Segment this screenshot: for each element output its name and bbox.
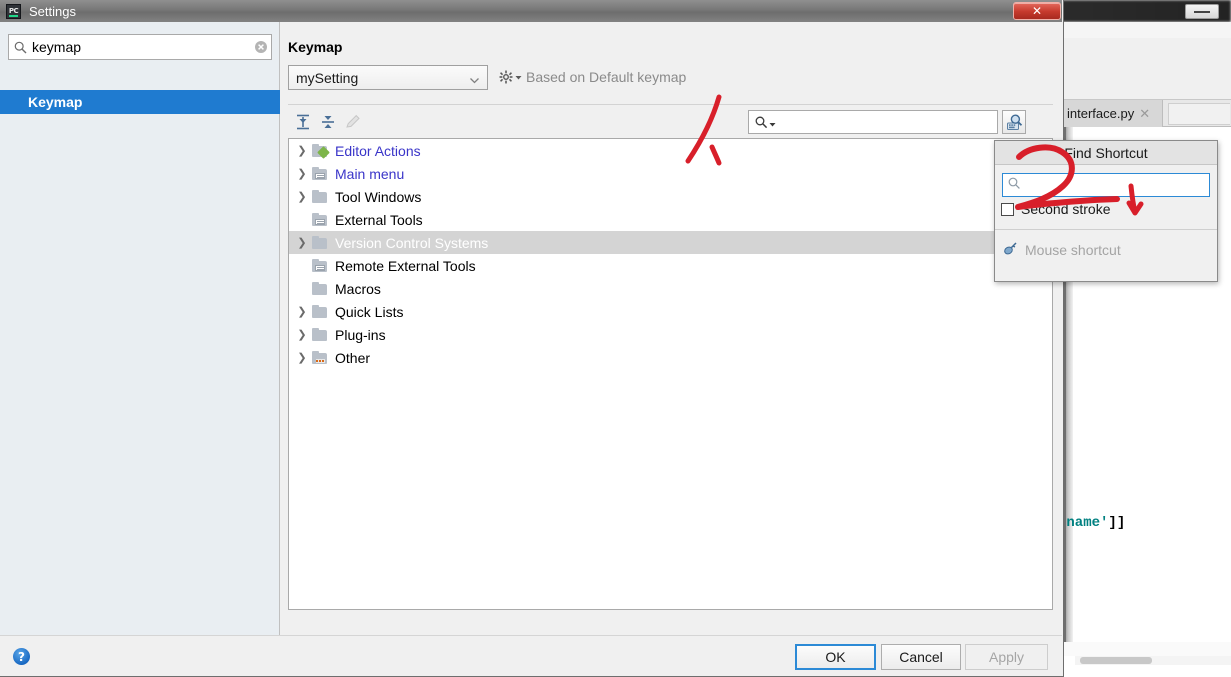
tree-row-label: Macros [335, 280, 381, 297]
settings-search-field[interactable] [8, 34, 272, 60]
dialog-bottom-bar: ? OK Cancel Apply [0, 635, 1062, 676]
chevron-right-icon[interactable]: ❯ [293, 236, 311, 249]
pycharm-icon: PC [6, 3, 21, 19]
editor-tabbar-filler [1168, 103, 1230, 125]
editor-bottom-strip [1063, 642, 1231, 656]
clear-icon[interactable] [251, 40, 271, 54]
page-title: Keymap [288, 39, 343, 55]
sidebar-item-keymap[interactable]: Keymap [0, 90, 280, 114]
chevron-right-icon[interactable]: ❯ [293, 305, 311, 318]
editor-tab-interface-py[interactable]: interface.py ✕ [1063, 100, 1163, 127]
dialog-titlebar[interactable]: PC Settings [0, 0, 1062, 22]
tree-row-label: Remote External Tools [335, 257, 476, 274]
background-toolbar-right [1063, 22, 1231, 38]
tree-row[interactable]: ❯ Quick Lists [289, 300, 1052, 323]
gear-dropdown-arrow-icon [515, 69, 522, 84]
editor-scrollbar-thumb[interactable] [1080, 657, 1152, 664]
chevron-right-icon[interactable]: ❯ [293, 167, 311, 180]
popup-divider [995, 229, 1217, 230]
folder-tools-icon [311, 258, 329, 273]
find-shortcut-popup: Find Shortcut Second stroke Mouse shortc… [994, 140, 1218, 282]
settings-dialog: PC Settings ✕ Keymap Keymap mySetting [0, 0, 1064, 677]
search-icon [1008, 177, 1021, 193]
tree-row[interactable]: Macros [289, 277, 1052, 300]
collapse-all-icon[interactable] [319, 113, 337, 131]
settings-left-pane: Keymap [0, 22, 280, 635]
chevron-right-icon[interactable]: ❯ [293, 190, 311, 203]
tree-row[interactable]: ❯ Tool Windows [289, 185, 1052, 208]
gear-icon[interactable] [499, 69, 522, 84]
chevron-right-icon[interactable]: ❯ [293, 351, 311, 364]
apply-button: Apply [965, 644, 1048, 670]
tree-row-label: Editor Actions [335, 142, 421, 159]
chevron-down-icon [469, 73, 480, 84]
ok-button[interactable]: OK [795, 644, 876, 670]
tree-row-label: Version Control Systems [335, 234, 489, 251]
search-input[interactable] [27, 38, 251, 56]
editor-code-line: 'name' ]] [1058, 512, 1231, 534]
tree-row[interactable]: ❯ Main menu [289, 162, 1052, 185]
folder-icon [311, 189, 329, 204]
pencil-edit-icon [344, 113, 362, 131]
expand-all-icon[interactable] [294, 113, 312, 131]
code-string: 'name' [1058, 515, 1109, 531]
search-dropdown-icon[interactable] [755, 116, 776, 129]
folder-icon [311, 235, 329, 250]
folder-pencil-icon [311, 143, 330, 159]
folder-tools-icon [311, 212, 329, 227]
keymap-search-input[interactable] [776, 113, 997, 131]
keymap-search-field[interactable] [748, 110, 998, 134]
close-icon[interactable]: ✕ [1139, 106, 1150, 122]
keymap-select-value: mySetting [296, 69, 359, 86]
tree-row[interactable]: ❯ Version Control Systems [289, 231, 1052, 254]
second-stroke-checkbox[interactable] [1001, 202, 1014, 216]
close-button[interactable]: ✕ [1013, 2, 1061, 20]
find-shortcut-search-field[interactable] [1002, 173, 1210, 197]
find-by-shortcut-icon[interactable] [1002, 110, 1026, 134]
folder-icon [311, 281, 329, 296]
code-brackets: ]] [1108, 515, 1126, 531]
folder-icon [311, 304, 329, 319]
dialog-title: Settings [29, 3, 76, 19]
tree-row[interactable]: ❯ Other [289, 346, 1052, 369]
tree-row-label: Quick Lists [335, 303, 404, 320]
find-shortcut-title: Find Shortcut [995, 141, 1217, 165]
folder-dots-icon [311, 350, 329, 365]
tree-row-label: Main menu [335, 165, 405, 182]
folder-menu-icon [311, 166, 329, 181]
tree-row-label: Plug-ins [335, 326, 386, 343]
help-icon[interactable]: ? [13, 648, 30, 665]
tree-row-label: Tool Windows [335, 188, 422, 205]
editor-tab-label: interface.py [1067, 106, 1135, 121]
minimize-icon[interactable] [1185, 4, 1219, 19]
search-icon [14, 41, 27, 54]
tree-row[interactable]: ❯ Editor Actions [289, 139, 1052, 162]
tree-row[interactable]: Remote External Tools [289, 254, 1052, 277]
second-stroke-row[interactable]: Second stroke [1001, 201, 1111, 217]
second-stroke-label: Second stroke [1021, 201, 1111, 217]
tree-row[interactable]: External Tools [289, 208, 1052, 231]
cancel-button[interactable]: Cancel [881, 644, 961, 670]
keymap-tree[interactable]: ❯ Editor Actions ❯ Main menu ❯ Tool Windows Ex… [288, 138, 1053, 610]
keymap-select[interactable]: mySetting [288, 65, 488, 90]
settings-right-pane: Keymap mySetting Based on Default keymap… [281, 22, 1062, 635]
chevron-right-icon[interactable]: ❯ [293, 328, 311, 341]
mouse-shortcut-label: Mouse shortcut [1025, 242, 1121, 258]
folder-icon [311, 327, 329, 342]
mouse-icon [1003, 241, 1018, 259]
keymap-toolbar [288, 104, 1053, 138]
tree-row-label: Other [335, 349, 371, 366]
mouse-shortcut-row: Mouse shortcut [1003, 241, 1121, 259]
tree-row-label: External Tools [335, 211, 423, 228]
sidebar-item-label: Keymap [28, 94, 83, 110]
tree-row[interactable]: ❯ Plug-ins [289, 323, 1052, 346]
based-on-label: Based on Default keymap [526, 69, 687, 85]
find-shortcut-input[interactable] [1021, 176, 1209, 194]
chevron-right-icon[interactable]: ❯ [293, 144, 311, 157]
